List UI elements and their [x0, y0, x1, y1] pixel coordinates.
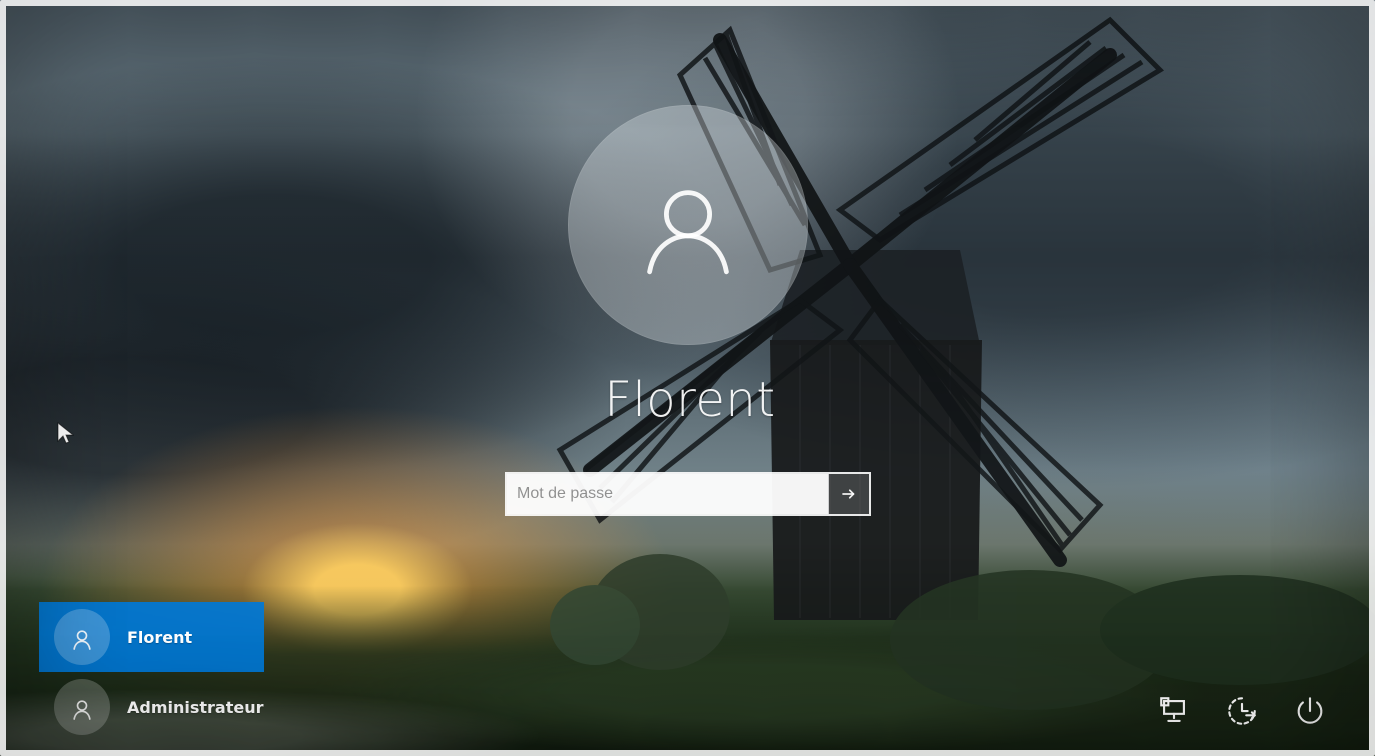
user-item-label: Administrateur: [127, 697, 264, 717]
password-input[interactable]: [507, 474, 828, 514]
sign-in-submit-button[interactable]: [828, 474, 869, 514]
ease-of-access-icon: [1228, 697, 1256, 725]
user-item-avatar: [54, 609, 110, 665]
lock-screen-actions: [1153, 690, 1331, 732]
power-icon: [1297, 697, 1323, 724]
network-icon: [1160, 697, 1185, 722]
arrow-right-icon: [842, 489, 855, 499]
user-item-avatar: [54, 679, 110, 735]
user-item-label: Florent: [127, 627, 193, 647]
user-item-administrateur[interactable]: Administrateur: [39, 672, 264, 742]
user-switcher-list: Florent Administrateur: [39, 602, 264, 742]
user-icon: [73, 630, 91, 650]
user-item-florent[interactable]: Florent: [39, 602, 264, 672]
ease-of-access-button[interactable]: [1221, 690, 1263, 732]
selected-user-name: Florent: [604, 372, 776, 428]
power-button[interactable]: [1289, 690, 1331, 732]
user-avatar: [568, 105, 808, 345]
password-box: [505, 472, 871, 516]
user-icon: [647, 190, 729, 275]
user-icon: [73, 700, 91, 720]
mouse-pointer-icon: [57, 422, 74, 444]
network-button[interactable]: [1153, 690, 1195, 732]
windows-lock-screen: Florent Florent Administrateur: [0, 0, 1375, 756]
